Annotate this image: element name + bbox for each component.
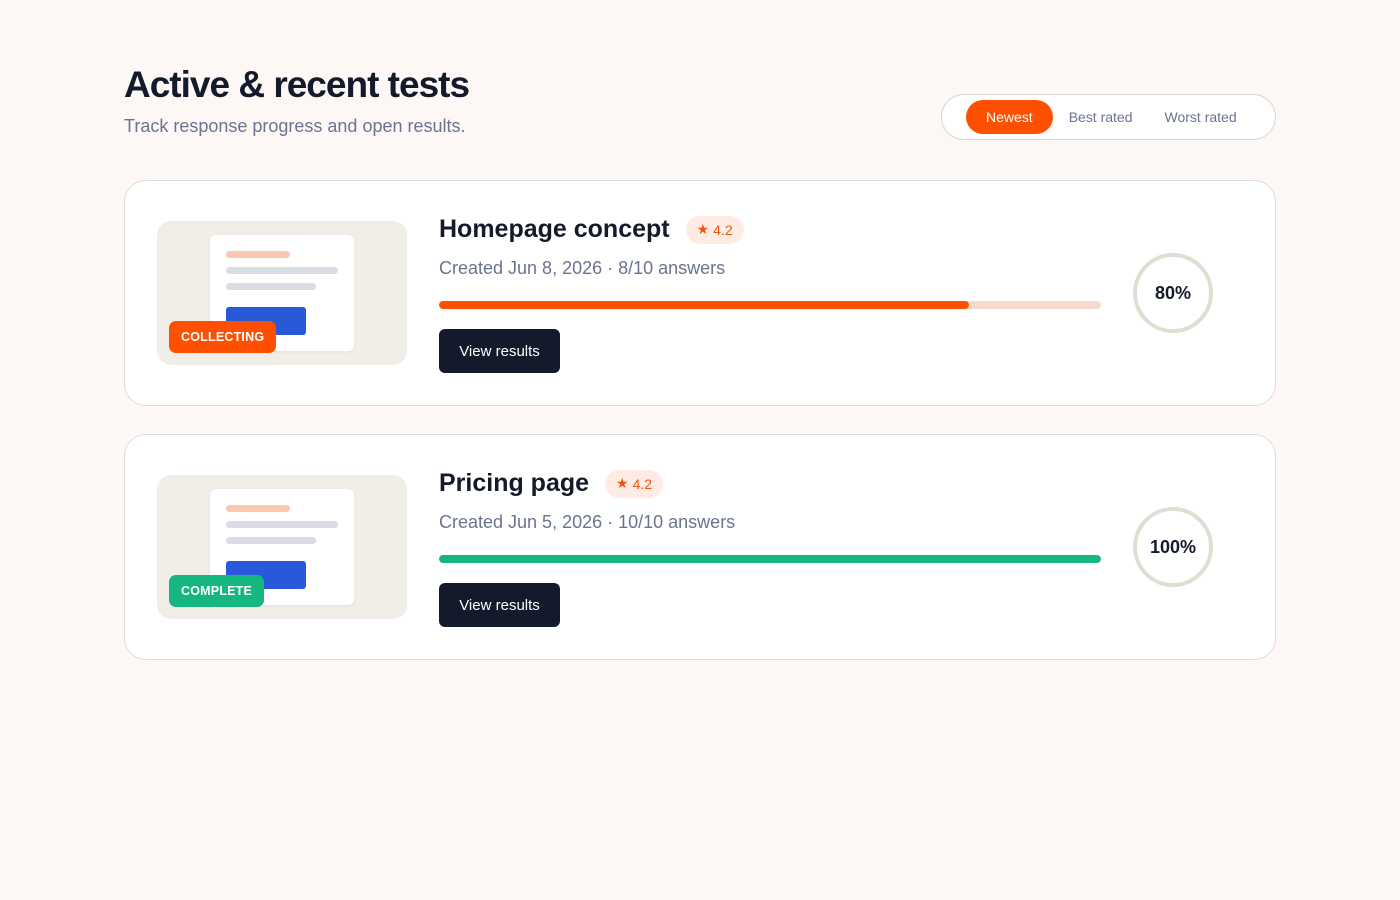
test-card-pricing-page: COMPLETE Pricing page ★ 4.2 Created Jun … [124,434,1276,660]
test-card-homepage-concept: COLLECTING Homepage concept ★ 4.2 Create… [124,180,1276,406]
preview-line [226,267,338,274]
rating-value: 4.2 [713,221,733,238]
view-results-button[interactable]: View results [439,583,560,627]
star-icon: ★ [616,475,629,491]
test-title: Homepage concept ★ 4.2 [439,215,744,244]
preview-line [226,283,316,290]
page-title: Active & recent tests [124,64,470,105]
completion-ring: 80% [1133,253,1213,333]
test-title: Pricing page ★ 4.2 [439,469,664,498]
sort-best-rated-button[interactable]: Best rated [1053,100,1149,134]
completion-ring: 100% [1133,507,1213,587]
status-badge: COMPLETE [169,575,265,607]
progress-fill [439,301,969,309]
test-title-text: Homepage concept [439,215,670,243]
response-progress-bar [439,555,1101,563]
preview-line [226,521,338,528]
test-meta: Created Jun 8, 2026 · 8/10 answers [439,258,726,278]
page: Active & recent tests Track response pro… [124,0,1276,660]
preview-line [226,537,316,544]
rating-value: 4.2 [632,475,653,492]
test-title-text: Pricing page [439,469,590,497]
response-progress-bar [439,301,1101,309]
preview-line [226,251,290,258]
completion-percent: 100% [1149,536,1197,557]
star-icon: ★ [696,221,710,237]
sort-toggle-group: Newest Best rated Worst rated [941,94,1276,140]
completion-percent: 80% [1154,282,1192,303]
status-badge: COLLECTING [169,321,277,353]
test-thumbnail: COMPLETE [157,475,407,619]
test-meta: Created Jun 5, 2026 · 10/10 answers [439,512,736,532]
rating-badge: ★ 4.2 [605,469,664,498]
view-results-button[interactable]: View results [439,329,560,373]
progress-fill [439,555,1101,563]
preview-line [226,505,290,512]
test-thumbnail: COLLECTING [157,221,407,365]
sort-worst-rated-button[interactable]: Worst rated [1149,100,1253,134]
header: Active & recent tests Track response pro… [124,0,1276,180]
rating-badge: ★ 4.2 [685,215,744,244]
sort-newest-button[interactable]: Newest [966,100,1053,134]
page-subtitle: Track response progress and open results… [124,116,466,136]
